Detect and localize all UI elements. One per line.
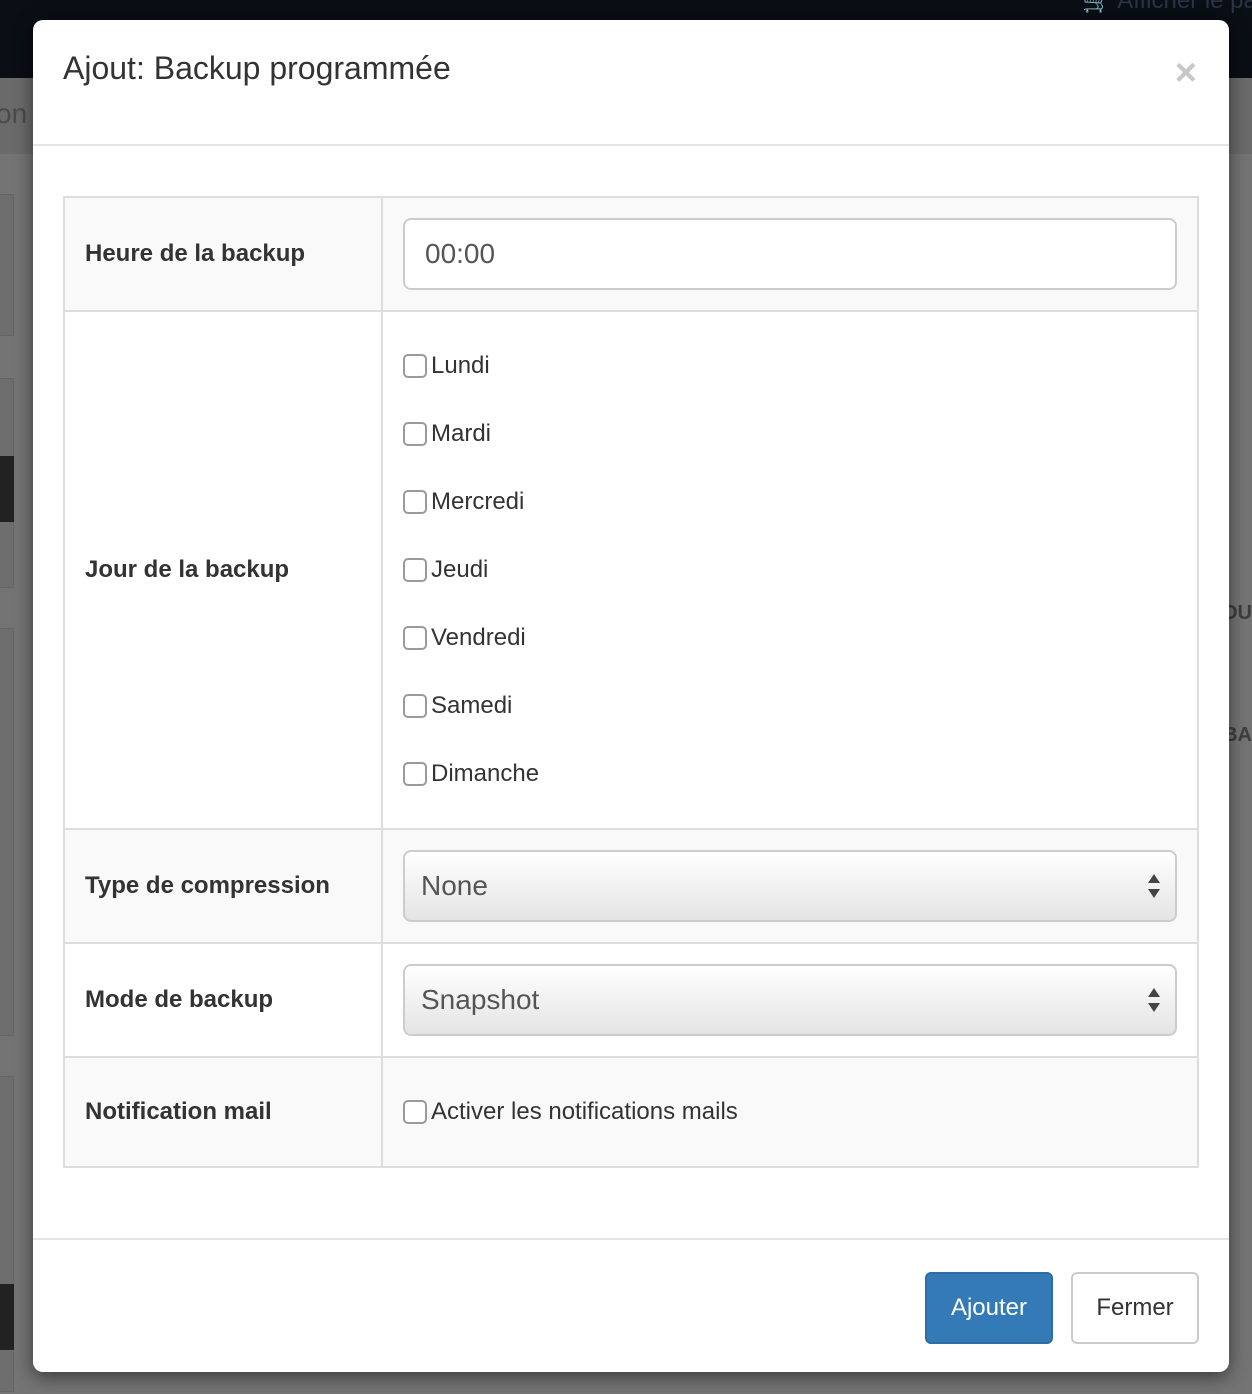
backup-mode-cell: Snapshot	[381, 942, 1199, 1058]
backup-time-label: Heure de la backup	[63, 196, 383, 312]
day-option[interactable]: Mercredi	[403, 468, 1177, 536]
backup-mode-select[interactable]: Snapshot	[403, 964, 1177, 1036]
row-compression: Type de compression None	[63, 828, 1199, 944]
day-checkbox-label: Samedi	[431, 692, 513, 719]
day-checkbox[interactable]	[403, 354, 427, 378]
select-arrows-icon	[1148, 988, 1160, 1012]
day-checkbox[interactable]	[403, 694, 427, 718]
day-option[interactable]: Lundi	[403, 332, 1177, 400]
days-checkbox-list: Lundi Mardi Mercredi Jeudi Vendredi Samedi Dim…	[403, 332, 1177, 808]
background-subbar-text: on	[0, 98, 28, 129]
day-option[interactable]: Dimanche	[403, 740, 1177, 808]
background-navbar-link: 🛒 Afficher le pa	[1082, 0, 1252, 14]
modal-title: Ajout: Backup programmée	[63, 50, 451, 86]
select-arrows-icon	[1148, 874, 1160, 898]
backup-days-label: Jour de la backup	[63, 310, 383, 830]
row-backup-days: Jour de la backup Lundi Mardi Mercredi Jeud…	[63, 310, 1199, 830]
modal-footer: Ajouter Fermer	[33, 1238, 1229, 1372]
modal-header: Ajout: Backup programmée ×	[33, 20, 1229, 146]
row-backup-mode: Mode de backup Snapshot	[63, 942, 1199, 1058]
day-checkbox[interactable]	[403, 490, 427, 514]
day-checkbox-label: Mardi	[431, 420, 492, 447]
close-button[interactable]: Fermer	[1071, 1272, 1199, 1344]
modal-body: Heure de la backup Jour de la backup Lun…	[63, 196, 1199, 1168]
day-checkbox[interactable]	[403, 762, 427, 786]
add-scheduled-backup-modal: Ajout: Backup programmée × Heure de la b…	[33, 20, 1229, 1372]
notification-cell: Activer les notifications mails	[381, 1056, 1199, 1168]
day-option[interactable]: Jeudi	[403, 536, 1177, 604]
day-checkbox[interactable]	[403, 558, 427, 582]
backup-form-table: Heure de la backup Jour de la backup Lun…	[63, 196, 1199, 1168]
day-option[interactable]: Mardi	[403, 400, 1177, 468]
row-backup-time: Heure de la backup	[63, 196, 1199, 312]
day-checkbox-label: Mercredi	[431, 488, 525, 515]
day-checkbox[interactable]	[403, 422, 427, 446]
backup-mode-label: Mode de backup	[63, 942, 383, 1058]
background-dark-block	[0, 456, 14, 522]
row-notification: Notification mail Activer les notificati…	[63, 1056, 1199, 1168]
backup-time-cell	[381, 196, 1199, 312]
background-dark-block	[0, 1284, 14, 1350]
day-checkbox-label: Dimanche	[431, 760, 540, 787]
day-checkbox-label: Vendredi	[431, 624, 526, 651]
close-icon[interactable]: ×	[1175, 54, 1197, 92]
add-button[interactable]: Ajouter	[925, 1272, 1053, 1344]
day-checkbox[interactable]	[403, 626, 427, 650]
day-option[interactable]: Samedi	[403, 672, 1177, 740]
day-checkbox-label: Jeudi	[431, 556, 489, 583]
compression-selected-value: None	[421, 870, 488, 901]
compression-select[interactable]: None	[403, 850, 1177, 922]
day-checkbox-label: Lundi	[431, 352, 490, 379]
notification-option[interactable]: Activer les notifications mails	[403, 1078, 1177, 1146]
background-panel	[0, 628, 14, 1036]
background-panel	[0, 194, 14, 336]
notification-checkbox[interactable]	[403, 1100, 427, 1124]
backup-days-cell: Lundi Mardi Mercredi Jeudi Vendredi Samedi Dim…	[381, 310, 1199, 830]
backup-time-input[interactable]	[403, 218, 1177, 290]
notification-checkbox-label: Activer les notifications mails	[431, 1098, 738, 1125]
notification-label: Notification mail	[63, 1056, 383, 1168]
compression-cell: None	[381, 828, 1199, 944]
compression-label: Type de compression	[63, 828, 383, 944]
backup-mode-selected-value: Snapshot	[421, 984, 540, 1015]
day-option[interactable]: Vendredi	[403, 604, 1177, 672]
